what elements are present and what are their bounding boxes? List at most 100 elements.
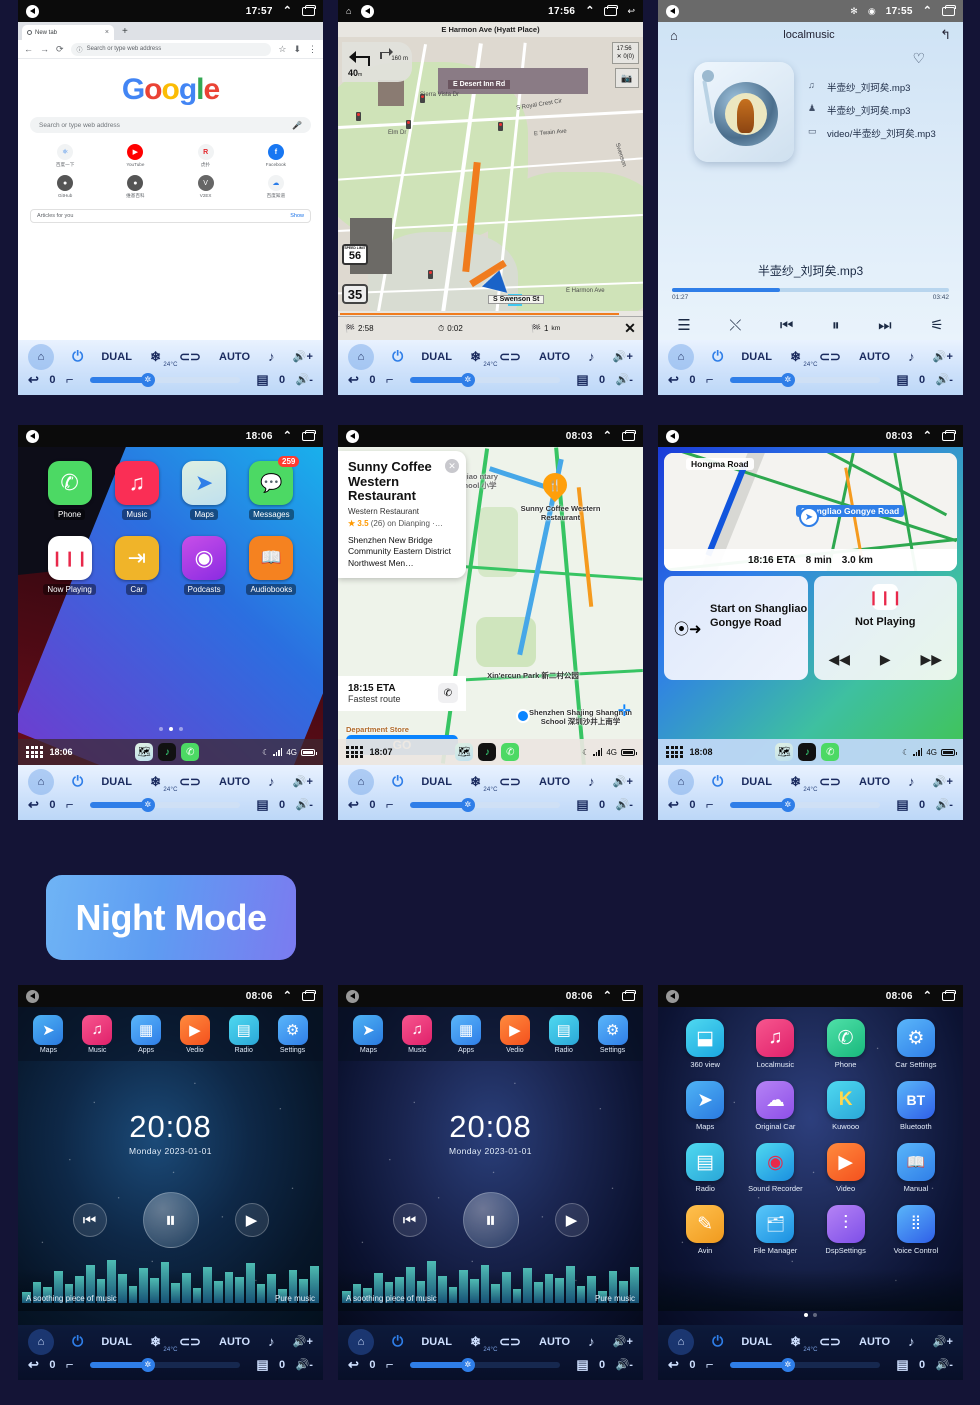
right-temp-value[interactable]: 0 <box>599 374 605 386</box>
back-icon[interactable] <box>26 429 39 443</box>
shortcut-apps[interactable]: ▦ Apps <box>131 1014 162 1054</box>
media-widget[interactable]: ❙❙❙ Not Playing ◀◀ ▶ ▶▶ <box>813 576 957 680</box>
page-dot[interactable] <box>813 1313 817 1317</box>
app-launcher-icon[interactable] <box>666 746 683 758</box>
app-sound-recorder[interactable]: ◉ Sound Recorder <box>740 1143 810 1193</box>
shuffle-button[interactable]: ⤬ <box>729 317 741 334</box>
shortcut-item[interactable]: ☁ 百度知道 <box>241 175 311 199</box>
app-launcher-icon[interactable] <box>26 746 43 758</box>
fan-knob[interactable]: ✲ <box>460 797 475 812</box>
shortcut-item[interactable]: ⚛ 百度一下 <box>30 144 100 168</box>
right-temp-value[interactable]: 0 <box>919 1359 925 1371</box>
favorite-icon[interactable]: ♡ <box>912 50 925 67</box>
back-icon[interactable] <box>26 4 39 18</box>
seat-heat-button[interactable]: ▤ <box>896 1357 908 1373</box>
app-kuwooo[interactable]: K Kuwooo <box>811 1081 881 1131</box>
back-button[interactable]: ↩ <box>28 372 39 388</box>
fan-speed-slider[interactable]: ✲ <box>89 1357 240 1372</box>
rewind-button[interactable]: ◀◀ <box>828 651 850 668</box>
app-video[interactable]: ▶ Video <box>811 1143 881 1193</box>
equalizer-button[interactable]: ⚟ <box>930 316 943 334</box>
left-temp-value[interactable]: 0 <box>689 799 695 811</box>
close-icon[interactable]: × <box>105 29 109 36</box>
back-arrow-icon[interactable]: ↩ <box>627 6 635 17</box>
shortcut-settings[interactable]: ⚙ Settings <box>597 1014 628 1054</box>
volume-down-button[interactable]: 🔊- <box>616 1358 633 1371</box>
app-bluetooth[interactable]: BT Bluetooth <box>881 1081 951 1131</box>
volume-down-button[interactable]: 🔊- <box>936 373 953 386</box>
fan-speed-slider[interactable]: ✲ <box>89 372 240 387</box>
back-nav-icon[interactable]: ← <box>24 44 33 54</box>
reload-icon[interactable]: ⟳ <box>56 44 64 55</box>
play-button[interactable]: ▶ <box>880 651 891 668</box>
dock-music-icon[interactable]: ♪ <box>798 743 817 761</box>
recents-icon[interactable] <box>622 429 636 441</box>
volume-down-button[interactable]: 🔊- <box>936 798 953 811</box>
recents-icon[interactable] <box>942 429 956 441</box>
auto-button[interactable]: AUTO <box>539 1336 570 1348</box>
left-temp-value[interactable]: 0 <box>689 374 695 386</box>
dual-button[interactable]: DUAL <box>421 776 452 788</box>
pause-button[interactable]: ⏸ <box>462 1192 519 1248</box>
fan-speed-slider[interactable]: ✲ <box>89 797 240 812</box>
pause-button[interactable]: ⏸ <box>832 317 840 334</box>
app-phone[interactable]: ✆ Phone <box>36 461 103 520</box>
playlist-button[interactable]: ☰ <box>677 316 690 334</box>
articles-show-button[interactable]: Show <box>290 213 304 219</box>
foot-airflow-button[interactable]: ⌐ <box>706 1357 714 1372</box>
chevron-up-icon[interactable]: ⌃ <box>923 990 932 1002</box>
new-tab-button[interactable]: + <box>122 27 128 37</box>
call-button[interactable]: ✆ <box>438 683 458 703</box>
app-music[interactable]: ♫ Music <box>103 461 170 520</box>
fan-knob[interactable]: ✲ <box>780 797 795 812</box>
right-temp-value[interactable]: 0 <box>279 1359 285 1371</box>
foot-airflow-button[interactable]: ⌐ <box>66 797 74 812</box>
close-icon[interactable]: ✕ <box>445 459 459 473</box>
auto-button[interactable]: AUTO <box>859 1336 890 1348</box>
dual-button[interactable]: DUAL <box>101 1336 132 1348</box>
map-canvas[interactable]: Sierra Vista Dr S Royal Crest Cir E Twai… <box>338 22 643 340</box>
map-widget[interactable]: Hongma Road Shangliao Gongye Road ➤ 18:1… <box>664 453 957 571</box>
seat-heat-button[interactable]: ▤ <box>576 1357 588 1373</box>
auto-button[interactable]: AUTO <box>219 776 250 788</box>
right-temp-value[interactable]: 0 <box>279 374 285 386</box>
progress-bar[interactable] <box>672 288 949 292</box>
shortcut-item[interactable]: ● GitHub <box>30 175 100 199</box>
shortcut-maps[interactable]: ➤ Maps <box>353 1014 384 1054</box>
recents-icon[interactable] <box>942 4 956 16</box>
search-input[interactable]: Search or type web address 🎤 <box>30 117 311 133</box>
app-maps[interactable]: ➤ Maps <box>171 461 238 520</box>
foot-airflow-button[interactable]: ⌐ <box>386 372 394 387</box>
shortcut-radio[interactable]: ▤ Radio <box>228 1014 259 1054</box>
app-car[interactable]: ⇥ Car <box>103 536 170 595</box>
app-car-settings[interactable]: ⚙ Car Settings <box>881 1019 951 1069</box>
applemaps-body[interactable]: 🍴 Sunny Coffee Western Restaurant Xin'er… <box>338 447 643 765</box>
shortcut-video[interactable]: ▶ Vedio <box>179 1014 210 1054</box>
app-messages[interactable]: 💬 259 Messages <box>238 456 305 520</box>
direction-widget[interactable]: ⦿➜ Start on Shangliao Gongye Road <box>664 576 808 680</box>
auto-button[interactable]: AUTO <box>219 351 250 363</box>
page-dot-active[interactable] <box>804 1313 808 1317</box>
forward-nav-icon[interactable]: → <box>40 44 49 54</box>
seat-heat-button[interactable]: ▤ <box>576 372 588 388</box>
chevron-up-icon[interactable]: ⌃ <box>923 430 932 442</box>
shortcut-item[interactable]: R 虎扑 <box>171 144 241 168</box>
shortcut-item[interactable]: ● 维基百科 <box>100 175 170 199</box>
back-button[interactable]: ↩ <box>348 797 359 813</box>
app-now-playing[interactable]: ❙❙❙ Now Playing <box>36 536 103 595</box>
recents-icon[interactable] <box>604 4 619 16</box>
foot-airflow-button[interactable]: ⌐ <box>66 372 74 387</box>
recents-icon[interactable] <box>302 429 316 441</box>
back-button[interactable]: ↩ <box>28 797 39 813</box>
recents-icon[interactable] <box>622 989 636 1001</box>
home-icon[interactable]: ⌂ <box>670 28 678 43</box>
shortcut-item[interactable]: ▶ YouTube <box>100 144 170 168</box>
next-button[interactable]: ⏭ <box>878 317 892 334</box>
app-radio[interactable]: ▤ Radio <box>670 1143 740 1193</box>
recents-icon[interactable] <box>302 989 316 1001</box>
seat-heat-button[interactable]: ▤ <box>256 797 268 813</box>
foot-airflow-button[interactable]: ⌐ <box>706 797 714 812</box>
seat-heat-button[interactable]: ▤ <box>576 797 588 813</box>
microphone-icon[interactable]: 🎤 <box>292 121 302 130</box>
recents-icon[interactable] <box>302 4 316 16</box>
